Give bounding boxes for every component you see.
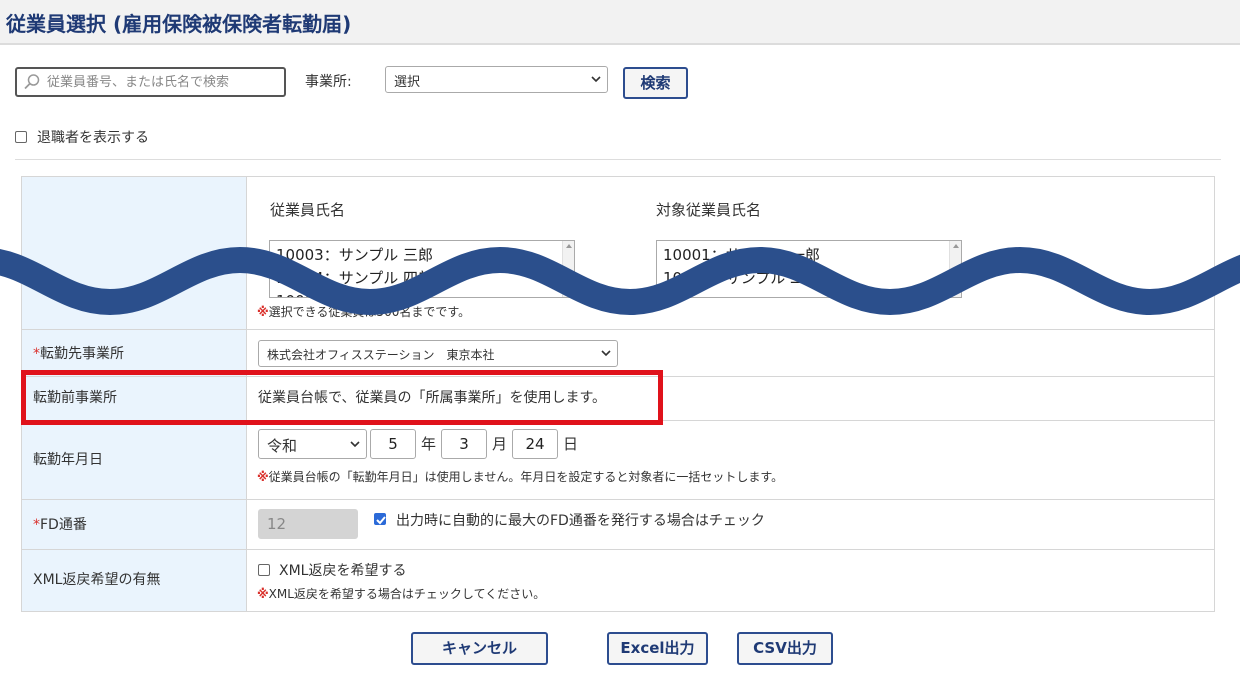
highlight-frame (21, 370, 663, 425)
fd-serial-label: *FD通番 (33, 517, 87, 533)
divider (15, 159, 1221, 160)
cancel-button[interactable]: キャンセル (411, 632, 548, 665)
search-button[interactable]: 検索 (623, 67, 688, 99)
xml-return-checkbox[interactable] (258, 564, 270, 576)
day-unit: 日 (563, 435, 579, 453)
transfer-date-label: 転勤年月日 (33, 452, 103, 468)
era-select[interactable]: 令和 (258, 429, 367, 459)
destination-office-select[interactable]: 株式会社オフィスステーション 東京本社 (258, 340, 618, 367)
show-retired-checkbox[interactable] (15, 131, 27, 143)
wave-divider (0, 246, 1240, 316)
title-bar: 従業員選択 (雇用保険被保険者転勤届) (0, 0, 1240, 45)
employee-list-header: 従業員氏名 (270, 201, 346, 219)
show-retired-label: 退職者を表示する (37, 130, 149, 146)
xml-return-note: ※XML返戻を希望する場合はチェックしてください。 (257, 587, 546, 601)
search-box[interactable] (15, 67, 286, 97)
csv-export-button[interactable]: CSV出力 (737, 632, 833, 665)
check-icon (376, 516, 386, 525)
month-unit: 月 (492, 435, 508, 453)
office-select[interactable]: 選択 (385, 66, 608, 93)
chevron-down-icon (350, 441, 360, 448)
month-input[interactable]: 3 (441, 429, 487, 459)
page-title: 従業員選択 (雇用保険被保険者転勤届) (6, 12, 352, 36)
search-input[interactable] (45, 71, 281, 93)
fd-auto-label: 出力時に自動的に最大のFD通番を発行する場合はチェック (396, 513, 765, 529)
row-divider (22, 549, 1214, 550)
destination-office-value: 株式会社オフィスステーション 東京本社 (267, 348, 495, 362)
search-icon (24, 74, 40, 90)
fd-auto-checkbox[interactable] (374, 513, 386, 525)
era-value: 令和 (267, 437, 298, 455)
target-employee-list-header: 対象従業員氏名 (656, 201, 762, 219)
chevron-down-icon (591, 76, 601, 83)
destination-office-label: *転勤先事業所 (33, 346, 124, 362)
excel-export-button[interactable]: Excel出力 (607, 632, 708, 665)
transfer-date-note: ※従業員台帳の「転勤年月日」は使用しません。年月日を設定すると対象者に一括セット… (257, 470, 784, 484)
year-input[interactable]: 5 (370, 429, 416, 459)
office-filter-label: 事業所: (305, 74, 352, 90)
day-input[interactable]: 24 (512, 429, 558, 459)
xml-return-label: XML返戻希望の有無 (33, 572, 161, 588)
year-unit: 年 (421, 435, 437, 453)
fd-serial-input: 12 (258, 509, 358, 539)
office-select-value: 選択 (394, 75, 421, 90)
xml-return-checkbox-label: XML返戻を希望する (279, 563, 407, 579)
row-divider (22, 499, 1214, 500)
chevron-down-icon (601, 350, 611, 357)
